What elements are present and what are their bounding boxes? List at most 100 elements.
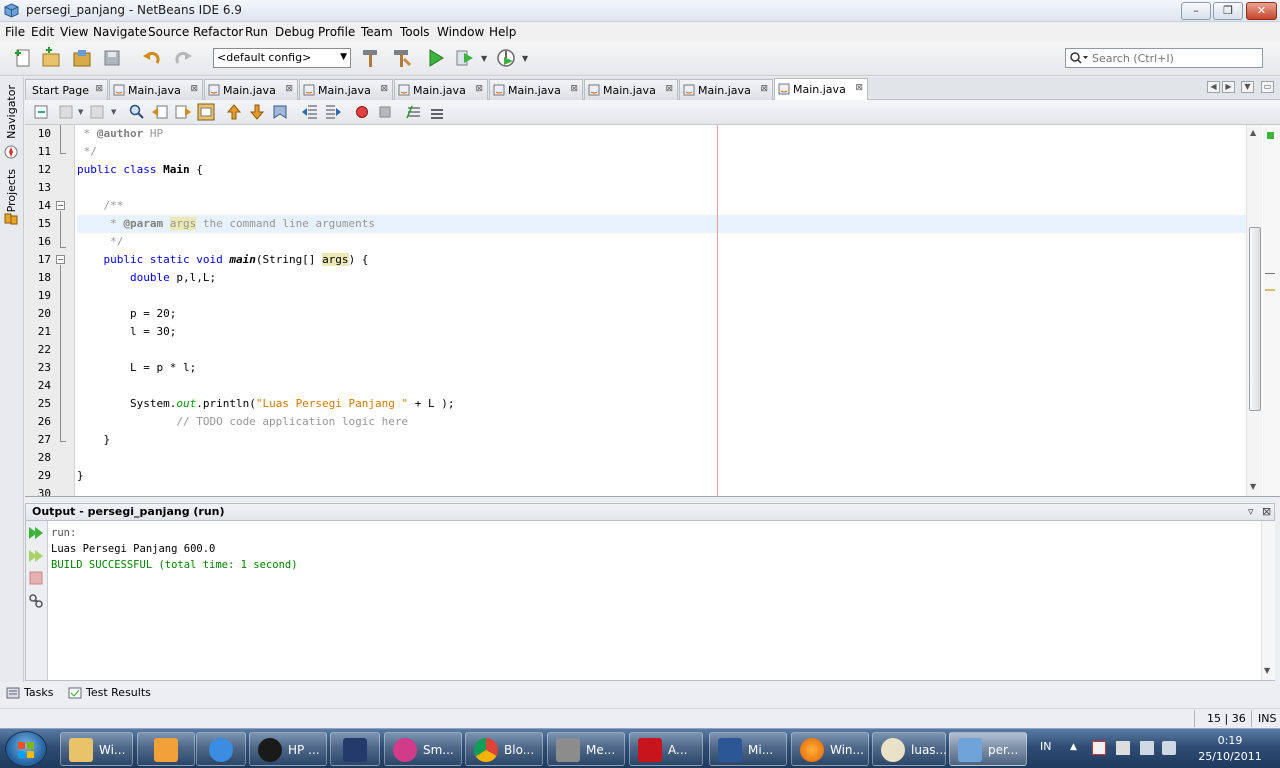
shift-left-icon[interactable] [301,103,319,121]
maximize-button[interactable]: ❐ [1213,2,1243,20]
run-icon[interactable] [425,47,447,69]
menu-tools[interactable]: Tools [400,25,430,39]
redo-icon[interactable] [172,47,194,69]
menu-help[interactable]: Help [489,25,516,39]
taskbar-adobe-reader[interactable]: A... [629,732,703,766]
tab-main-java-4[interactable]: Main.java ⊠ [394,79,488,100]
find-next-icon[interactable] [174,103,192,121]
windows-start-button[interactable] [5,731,47,767]
menu-source[interactable]: Source [148,25,189,39]
maximize-window-icon[interactable]: ▭ [1261,81,1274,93]
close-panel-icon[interactable]: ⊠ [1262,505,1271,518]
tasks-tab[interactable]: Tasks [6,686,66,702]
previous-bookmark-icon[interactable] [225,103,243,121]
output-scrollbar[interactable]: ▼ [1261,521,1275,680]
start-macro-record-icon[interactable] [353,103,371,121]
back-dropdown-icon[interactable]: ▼ [78,108,83,116]
toggle-bookmark-icon[interactable] [271,103,289,121]
tab-main-java-3[interactable]: Main.java ⊠ [299,79,393,100]
minimize-panel-icon[interactable]: ▿ [1248,505,1254,518]
editor-scrollbar[interactable]: ▲ ▼ [1246,125,1262,496]
close-tab-icon[interactable]: ⊠ [380,84,388,94]
tab-main-java-active[interactable]: Main.java ⊠ [774,78,868,100]
fold-toggle-icon[interactable]: − [56,201,65,210]
clock[interactable]: 0:19 25/10/2011 [1190,733,1270,765]
debug-icon[interactable] [454,47,476,69]
menu-navigate[interactable]: Navigate [93,25,147,39]
next-bookmark-icon[interactable] [248,103,266,121]
scroll-down-icon[interactable]: ▼ [1250,482,1256,491]
scrollbar-thumb[interactable] [1249,227,1261,411]
stop-macro-record-icon[interactable] [376,103,394,121]
tab-start-page[interactable]: Start Page ⊠ [25,79,108,100]
menu-refactor[interactable]: Refactor [193,25,243,39]
navigator-tab[interactable]: Navigator [2,85,22,159]
search-input[interactable] [1092,50,1260,66]
close-tab-icon[interactable]: ⊠ [190,84,198,94]
close-tab-icon[interactable]: ⊠ [285,84,293,94]
menu-team[interactable]: Team [361,25,393,39]
taskbar-chrome[interactable]: Blo... [465,732,543,766]
tab-main-java-2[interactable]: Main.java ⊠ [204,79,298,100]
taskbar-firefox[interactable]: Win... [791,732,869,766]
search-box[interactable] [1065,48,1263,68]
menu-file[interactable]: File [5,25,25,39]
rerun-with-arguments-icon[interactable] [28,548,44,564]
scroll-tabs-right-icon[interactable]: ▶ [1222,81,1235,93]
debug-dropdown-icon[interactable]: ▼ [481,54,487,63]
taskbar-media-player[interactable] [137,732,195,766]
stop-icon[interactable] [29,571,43,585]
tab-main-java-1[interactable]: Main.java ⊠ [109,79,203,100]
close-tab-icon[interactable]: ⊠ [570,84,578,94]
taskbar-word[interactable]: Mi... [709,732,787,766]
show-hidden-icons-icon[interactable]: ▲ [1070,742,1077,752]
rerun-icon[interactable] [28,525,44,541]
last-edit-icon[interactable] [33,103,51,121]
new-file-icon[interactable] [12,47,34,69]
taskbar-app-checkmark[interactable] [330,732,380,766]
code-editor[interactable]: 10 11 12 13 14 15 16 17 18 19 20 21 22 2… [25,125,1280,497]
network-icon[interactable] [1140,741,1154,755]
find-previous-icon[interactable] [151,103,169,121]
back-icon[interactable] [58,103,76,121]
new-project-icon[interactable] [40,47,62,69]
scroll-up-icon[interactable]: ▲ [1250,128,1256,137]
scroll-tabs-left-icon[interactable]: ◀ [1207,81,1220,93]
taskbar-smadav[interactable]: Sm... [384,732,462,766]
clean-build-icon[interactable] [391,47,413,69]
save-all-icon[interactable] [101,47,123,69]
open-project-icon[interactable] [71,47,93,69]
scroll-down-icon[interactable]: ▼ [1264,666,1270,675]
projects-tab[interactable]: Projects [2,169,22,231]
close-tab-icon[interactable]: ⊠ [475,84,483,94]
close-button[interactable]: ✕ [1246,2,1277,20]
shift-right-icon[interactable] [324,103,342,121]
taskbar-explorer[interactable]: Wi... [60,732,133,766]
close-tab-icon[interactable]: ⊠ [760,84,768,94]
taskbar-paint[interactable]: luas... [872,732,947,766]
menu-run[interactable]: Run [245,25,268,39]
comment-icon[interactable] [405,103,423,121]
fold-toggle-icon[interactable]: − [56,255,65,264]
tab-main-java-5[interactable]: Main.java ⊠ [489,79,583,100]
removable-device-icon[interactable] [1116,741,1130,755]
menu-debug[interactable]: Debug [275,25,314,39]
close-tab-icon[interactable]: ⊠ [95,84,103,94]
close-tab-icon[interactable]: ⊠ [665,84,673,94]
menu-view[interactable]: View [60,25,88,39]
tab-main-java-6[interactable]: Main.java ⊠ [584,79,678,100]
find-icon[interactable] [128,103,146,121]
menu-window[interactable]: Window [437,25,484,39]
action-center-flag-icon[interactable] [1092,741,1106,755]
close-tab-icon[interactable]: ⊠ [855,83,863,93]
forward-dropdown-icon[interactable]: ▼ [111,108,116,116]
menu-profile[interactable]: Profile [318,25,355,39]
profile-icon[interactable] [495,47,517,69]
profile-dropdown-icon[interactable]: ▼ [522,54,528,63]
settings-tools-icon[interactable] [28,593,44,609]
undo-icon[interactable] [141,47,163,69]
menu-edit[interactable]: Edit [31,25,54,39]
toggle-highlight-search-icon[interactable] [197,103,215,121]
uncomment-icon[interactable] [428,103,446,121]
input-language[interactable]: IN [1040,740,1051,753]
